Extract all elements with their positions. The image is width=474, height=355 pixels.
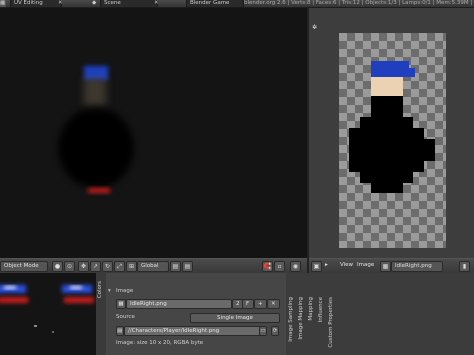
snap-icon[interactable]: 🧲 (262, 261, 273, 272)
feet-blur (88, 188, 110, 193)
info-header: ▦ UV Editing ✕ ◆ Scene ✕ Blender Game bl… (0, 0, 474, 8)
new-image-icon[interactable]: + (254, 299, 267, 309)
viewport-shading-icon[interactable]: ● (52, 261, 63, 272)
face-blur (84, 78, 106, 106)
rotate-icon[interactable]: ↻ (102, 261, 113, 272)
snap-element-icon[interactable]: ▫ (274, 261, 285, 272)
source-label: Source (116, 314, 135, 320)
fake-user-toggle[interactable]: F (242, 299, 254, 309)
render-engine-select[interactable]: Blender Game (186, 0, 244, 8)
orientation-select[interactable]: Global (137, 261, 169, 272)
editor-type-icon[interactable]: ▦ (0, 0, 6, 7)
scene-field[interactable]: Scene (100, 0, 158, 8)
close-layout-icon[interactable]: ✕ (58, 0, 64, 7)
body-blur (58, 108, 134, 188)
transform-icon[interactable]: ⊞ (126, 261, 137, 272)
menu-image[interactable]: Image (357, 261, 374, 270)
source-select[interactable]: Single Image (190, 313, 280, 323)
tab-colors[interactable]: Colors (97, 281, 103, 298)
pin-icon[interactable]: ▮ (459, 261, 470, 272)
image-properties-panel: ▾ Image ▦ IdleRight.png 2 F + ✕ Source S… (106, 273, 286, 355)
3d-viewport-header: Object Mode ● ⊙ ✥ ↗ ↻ ⤢ ⊞ Global ▤ ▤ 🧲 ▫… (0, 258, 307, 274)
filepath-icon: ▤ (116, 326, 124, 336)
texture-property-tabs: Image Sampling Image Mapping Mapping Inf… (286, 273, 474, 355)
tab-mapping[interactable]: Mapping (308, 297, 314, 321)
image-browse-icon[interactable]: ▦ (380, 261, 391, 272)
scene-icon: ◆ (92, 0, 97, 6)
texture-preview-panel (0, 273, 97, 355)
pivot-point-icon[interactable]: ⊙ (64, 261, 75, 272)
stats-text: blender.org 2.6 | Verts:8 | Faces:6 | Tr… (244, 0, 472, 6)
blurred-sprite-view (58, 66, 134, 193)
sprite-image (349, 61, 435, 193)
menu-view[interactable]: View (340, 261, 353, 270)
editor-type-icon[interactable]: ▣ (311, 261, 322, 272)
3d-viewport[interactable] (0, 8, 307, 258)
scale-icon[interactable]: ⤢ (114, 261, 125, 272)
image-editor-header: ▣ ▸ View Image ▦ IdleRight.png ▮ (309, 258, 474, 274)
render-preview-icon[interactable]: ◉ (290, 261, 301, 272)
image-section-title[interactable]: Image (116, 288, 133, 294)
sprite-face (371, 77, 403, 96)
mode-select[interactable]: Object Mode (0, 261, 48, 272)
collapse-arrow-icon[interactable]: ▾ (108, 288, 111, 294)
uv-image-editor[interactable]: ✲ (309, 8, 474, 258)
image-name-field[interactable]: IdleRight.png (391, 261, 443, 272)
image-canvas[interactable] (339, 33, 446, 248)
layer-buttons-icon-2[interactable]: ▤ (182, 261, 193, 272)
hat-blur (84, 66, 108, 80)
translate-icon[interactable]: ↗ (90, 261, 101, 272)
browse-file-icon[interactable]: ▭ (259, 326, 267, 336)
tab-custom-properties[interactable]: Custom Properties (328, 297, 334, 348)
menu-toggle-icon[interactable]: ▸ (325, 261, 328, 270)
image-info-text: Image: size 10 x 20, RGBA byte (116, 340, 204, 346)
tab-influence[interactable]: Influence (318, 297, 324, 322)
sample-icon: ✲ (312, 24, 318, 31)
layer-buttons-icon[interactable]: ▤ (170, 261, 181, 272)
reload-icon[interactable]: ⟳ (271, 326, 279, 336)
sprite-body (349, 96, 435, 193)
unlink-icon[interactable]: ✕ (267, 299, 280, 309)
image-browse-icon[interactable]: ▦ (116, 299, 126, 309)
sprite-hat-brim (405, 68, 415, 77)
tab-image-sampling[interactable]: Image Sampling (288, 297, 294, 342)
tab-image-mapping[interactable]: Image Mapping (298, 297, 304, 340)
close-scene-icon[interactable]: ✕ (154, 0, 160, 7)
texture-preview-image (0, 273, 96, 355)
screen-layout-field[interactable]: UV Editing (10, 0, 62, 8)
sprite-hat (371, 61, 409, 77)
image-name-field[interactable]: IdleRight.png (126, 299, 232, 309)
filepath-field[interactable]: //Characters/Player/IdleRight.png (124, 326, 262, 336)
manipulator-icon[interactable]: ✥ (78, 261, 89, 272)
